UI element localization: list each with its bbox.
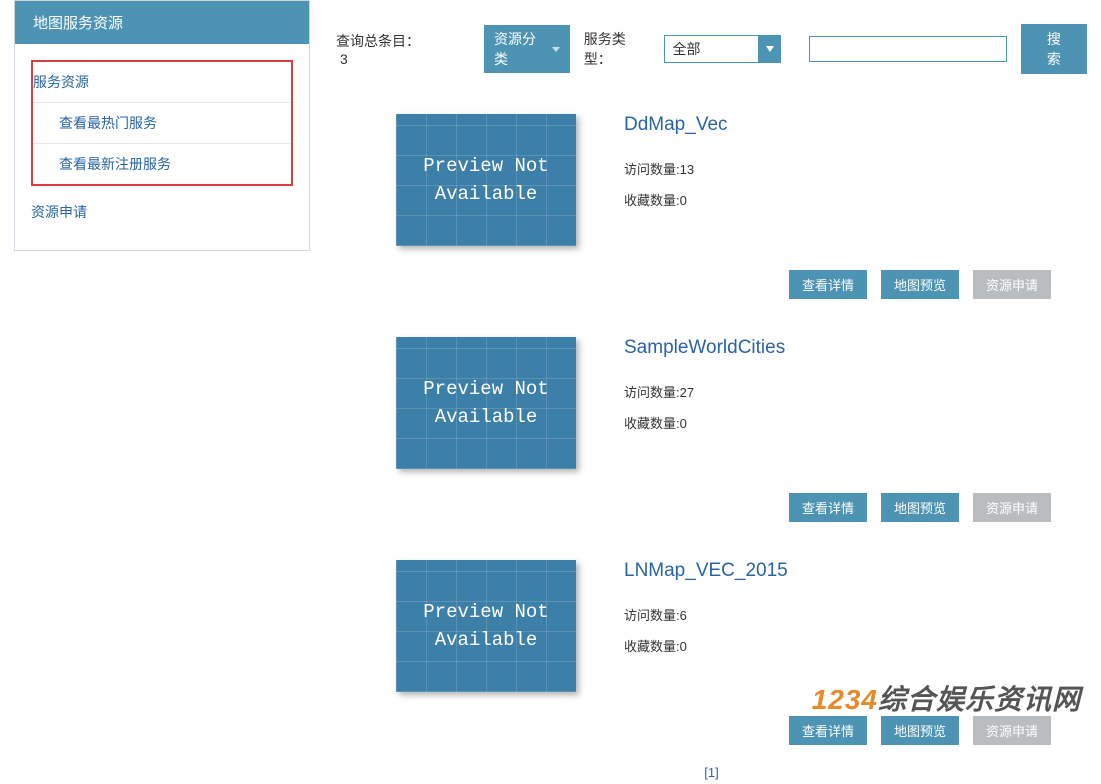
sidebar-item-hot[interactable]: 查看最热门服务 <box>33 103 291 144</box>
item-actions: 查看详情 地图预览 资源申请 <box>336 264 1087 315</box>
result-item: Preview Not Available DdMap_Vec 访问数量:13 … <box>336 92 1087 264</box>
sidebar-body: 服务资源 查看最热门服务 查看最新注册服务 资源申请 <box>15 44 309 250</box>
item-title[interactable]: DdMap_Vec <box>624 114 1087 136</box>
chevron-down-icon <box>766 46 774 52</box>
search-button[interactable]: 搜索 <box>1021 24 1087 74</box>
type-value: 全部 <box>664 35 759 63</box>
sidebar-title: 地图服务资源 <box>15 1 309 44</box>
category-dropdown[interactable]: 资源分类 <box>484 25 570 73</box>
sidebar-item-apply[interactable]: 资源申请 <box>31 192 293 234</box>
item-title[interactable]: LNMap_VEC_2015 <box>624 560 1087 582</box>
result-item: Preview Not Available SampleWorldCities … <box>336 315 1087 487</box>
watermark-text: 综合娱乐资讯网 <box>878 684 1081 715</box>
preview-thumbnail[interactable]: Preview Not Available <box>396 114 576 246</box>
main-content: 查询总条目：3 资源分类 服务类型： 全部 搜索 Preview Not Ava… <box>336 0 1087 784</box>
sidebar: 地图服务资源 服务资源 查看最热门服务 查看最新注册服务 资源申请 <box>14 0 310 251</box>
visit-meta: 访问数量:6 <box>624 600 1087 631</box>
watermark-num: 1234 <box>812 684 878 715</box>
watermark: 1234综合娱乐资讯网 <box>812 678 1081 718</box>
sidebar-item-new[interactable]: 查看最新注册服务 <box>33 144 291 184</box>
pagination[interactable]: [1] <box>336 761 1087 784</box>
fav-meta: 收藏数量:0 <box>624 631 1087 662</box>
item-info: SampleWorldCities 访问数量:27 收藏数量:0 <box>624 337 1087 439</box>
category-label: 资源分类 <box>494 29 546 69</box>
total-count: 3 <box>340 51 348 67</box>
preview-button[interactable]: 地图预览 <box>881 716 959 745</box>
result-block-2: Preview Not Available LNMap_VEC_2015 访问数… <box>336 538 1087 761</box>
type-select[interactable]: 全部 <box>664 35 781 63</box>
detail-button[interactable]: 查看详情 <box>789 493 867 522</box>
item-actions: 查看详情 地图预览 资源申请 <box>336 487 1087 538</box>
filter-bar: 查询总条目：3 资源分类 服务类型： 全部 搜索 <box>336 0 1087 92</box>
item-info: DdMap_Vec 访问数量:13 收藏数量:0 <box>624 114 1087 216</box>
detail-button[interactable]: 查看详情 <box>789 716 867 745</box>
detail-button[interactable]: 查看详情 <box>789 270 867 299</box>
search-input[interactable] <box>809 36 1007 62</box>
type-select-button[interactable] <box>759 35 781 63</box>
visit-meta: 访问数量:13 <box>624 154 1087 185</box>
fav-meta: 收藏数量:0 <box>624 408 1087 439</box>
chevron-down-icon <box>552 47 560 52</box>
sidebar-item-resources[interactable]: 服务资源 <box>33 62 291 103</box>
result-block-1: Preview Not Available SampleWorldCities … <box>336 315 1087 538</box>
preview-button[interactable]: 地图预览 <box>881 493 959 522</box>
apply-button: 资源申请 <box>973 716 1051 745</box>
preview-thumbnail[interactable]: Preview Not Available <box>396 560 576 692</box>
apply-button: 资源申请 <box>973 493 1051 522</box>
type-label: 服务类型： <box>584 29 650 69</box>
preview-thumbnail[interactable]: Preview Not Available <box>396 337 576 469</box>
item-info: LNMap_VEC_2015 访问数量:6 收藏数量:0 <box>624 560 1087 662</box>
total-label: 查询总条目：3 <box>336 31 426 67</box>
fav-meta: 收藏数量:0 <box>624 185 1087 216</box>
item-title[interactable]: SampleWorldCities <box>624 337 1087 359</box>
preview-button[interactable]: 地图预览 <box>881 270 959 299</box>
highlight-box: 服务资源 查看最热门服务 查看最新注册服务 <box>31 60 293 186</box>
result-block-0: Preview Not Available DdMap_Vec 访问数量:13 … <box>336 92 1087 315</box>
visit-meta: 访问数量:27 <box>624 377 1087 408</box>
apply-button: 资源申请 <box>973 270 1051 299</box>
